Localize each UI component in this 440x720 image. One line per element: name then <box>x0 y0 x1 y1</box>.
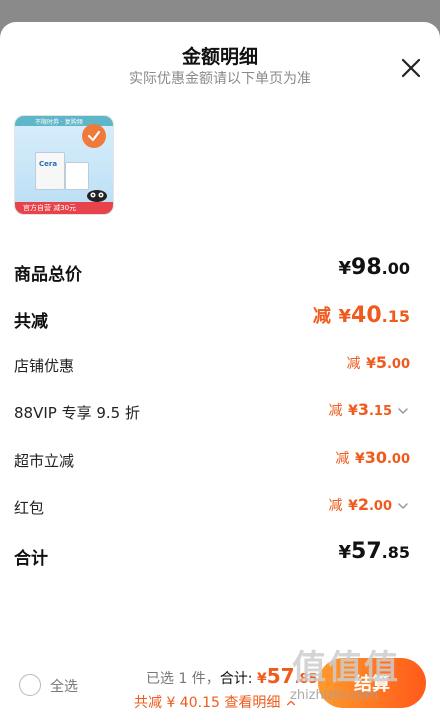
product-thumbnail[interactable]: 不限时券 · 复购频 Cera 官方自营 减30元 <box>14 115 114 215</box>
watermark-logo: 值值值 <box>292 648 400 688</box>
total-discount-amount: 减 ¥40.15 <box>312 303 410 328</box>
bar-total-label: 合计: <box>219 671 257 687</box>
subtotal-amount: ¥98.00 <box>338 255 411 280</box>
total-row: 合计 ¥57.85 <box>14 539 410 569</box>
total-discount-row: 共减 减 ¥40.15 <box>14 302 410 332</box>
market-discount-row: 超市立减 减 ¥30.00 <box>14 445 410 475</box>
thumb-bottom-text: 官方自营 减30元 <box>23 204 77 212</box>
shop-coupon-label: 店铺优惠 <box>14 357 75 375</box>
market-discount-label: 超市立减 <box>14 452 75 470</box>
thumb-bottom-banner: 官方自营 减30元 <box>15 202 113 214</box>
close-icon <box>401 58 421 78</box>
subtotal-row: 商品总价 ¥98.00 <box>14 255 410 285</box>
chevron-down-icon <box>398 502 408 509</box>
watermark-site: zhizhizhi.com <box>290 688 378 703</box>
sheet-title: 金额明细 <box>181 46 258 68</box>
select-all-radio[interactable] <box>19 674 41 696</box>
shop-coupon-row: 店铺优惠 减 ¥5.00 <box>14 350 410 380</box>
red-packet-amount: 减 ¥2.00 <box>329 495 411 515</box>
sheet-subtitle: 实际优惠金额请以下单页为准 <box>129 71 311 87</box>
vip-discount-row[interactable]: 88VIP 专享 9.5 折 减 ¥3.15 <box>14 397 410 427</box>
saved-summary: 共减 ¥ 40.15 查看明细 <box>134 692 297 712</box>
total-discount-label: 共减 <box>14 312 48 332</box>
view-details-link[interactable]: 查看明细 <box>224 695 280 711</box>
cat-mascot-icon <box>87 190 107 202</box>
red-packet-row[interactable]: 红包 减 ¥2.00 <box>14 492 410 522</box>
product-box <box>35 152 65 190</box>
thumb-top-text: 不限时券 · 复购频 <box>35 119 83 126</box>
total-amount: ¥57.85 <box>338 539 411 564</box>
thumb-brand-text: Cera <box>39 160 58 168</box>
vip-discount-label: 88VIP 专享 9.5 折 <box>14 404 140 422</box>
chevron-down-icon <box>398 407 408 414</box>
vip-discount-amount: 减 ¥3.15 <box>329 400 411 420</box>
shop-coupon-amount: 减 ¥5.00 <box>346 353 411 372</box>
selected-count: 已选 1 件， <box>146 671 220 687</box>
background-overlay <box>0 0 440 22</box>
red-packet-label: 红包 <box>14 499 45 517</box>
total-label: 合计 <box>14 549 48 569</box>
close-button[interactable] <box>398 55 424 81</box>
check-icon <box>82 124 106 148</box>
market-discount-amount: 减 ¥30.00 <box>335 448 410 467</box>
subtotal-label: 商品总价 <box>14 265 82 285</box>
saved-amount: 共减 ¥ 40.15 <box>134 695 220 711</box>
select-all-label[interactable]: 全选 <box>50 676 78 696</box>
